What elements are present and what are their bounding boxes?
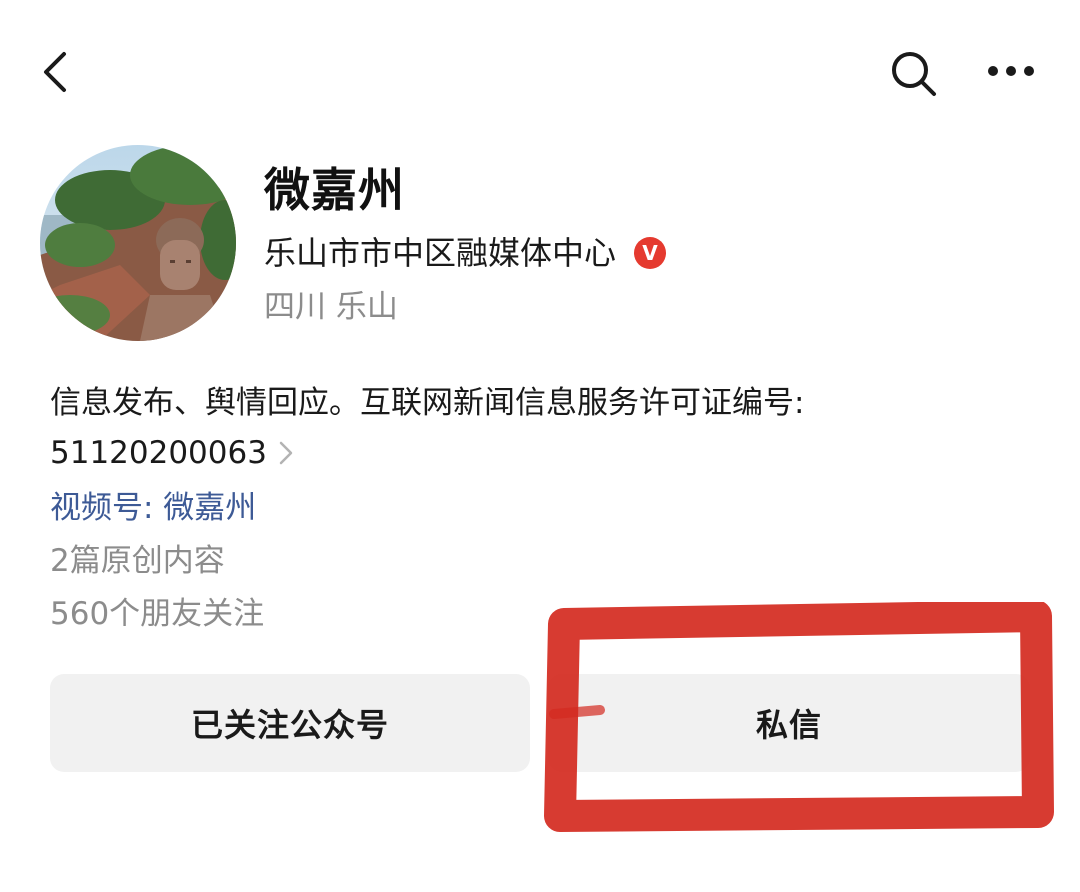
account-description: 信息发布、舆情回应。互联网新闻信息服务许可证编号: [50,385,805,421]
avatar-image [40,145,236,341]
search-icon[interactable] [888,48,940,100]
friends-following-count[interactable]: 560个朋友关注 [50,587,264,641]
license-line[interactable]: 51120200063 [50,426,293,480]
chevron-right-icon [279,441,293,465]
back-arrow-icon[interactable] [34,48,78,96]
original-content-count[interactable]: 2篇原创内容 [50,534,225,588]
video-channel-link[interactable]: 视频号: 微嘉州 [50,481,256,535]
avatar[interactable] [40,145,236,341]
license-number: 51120200063 [50,435,267,471]
followed-account-button[interactable]: 已关注公众号 [50,674,530,772]
organization-name: 乐山市市中区融媒体中心 [264,234,617,272]
location: 四川 乐山 [264,289,398,325]
message-button[interactable]: 私信 [548,674,1030,772]
organization-line: 乐山市市中区融媒体中心 V [264,228,667,278]
verified-badge-icon[interactable]: V [634,237,667,269]
account-name: 微嘉州 [264,163,405,217]
more-dots-icon[interactable] [986,60,1036,82]
